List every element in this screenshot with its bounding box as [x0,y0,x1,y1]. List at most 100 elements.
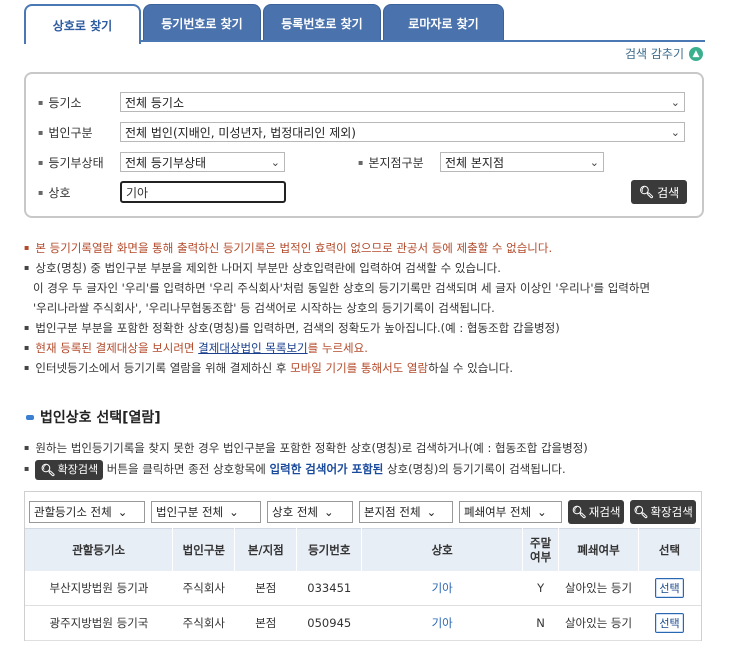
header-status: 폐쇄여부 [558,528,639,571]
header-weekend-line2: 여부 [529,549,552,564]
search-tabs: 상호로 찾기 등기번호로 찾기 등록번호로 찾기 로마자로 찾기 [24,4,504,44]
header-branch: 본/지점 [234,528,298,571]
chevron-down-icon: ⌄ [670,125,680,139]
chevron-down-icon: ⌄ [670,95,680,109]
results-panel: 관할등기소 전체 ⌄ 법인구분 전체 ⌄ 상호 전체 ⌄ 본지점 전체 ⌄ 폐쇄여부 전… [24,491,702,641]
results-table: 관할등기소 법인구분 본/지점 등기번호 상호 주말 여부 폐쇄여부 선택 부산지… [25,528,702,641]
chevron-down-icon: ⌄ [537,505,547,519]
chevron-down-icon: ⌄ [589,155,599,169]
notice-payment-pre: 현재 등록된 결제대상을 보시려면 [35,341,199,355]
search-button-label: 검색 [657,185,680,200]
info-extended-search: ▪ 🔍︎ 확장검색 버튼을 클릭하면 종전 상호항목에 입력한 검색어가 포함된 상… [24,459,566,481]
notice-mobile: ▪ 인터넷등기소에서 등기기록 열람을 위해 결제하신 후 모바일 기기를 통해서… [24,361,514,375]
cell-select: 선택 [638,570,701,606]
tab-roman-search[interactable]: 로마자로 찾기 [383,4,504,42]
filter-branch-select[interactable]: 본지점 전체 ⌄ [359,501,453,523]
header-corp-type: 법인구분 [172,528,236,571]
cell-corp-type: 주식회사 [172,570,235,606]
search-panel: 등기소 전체 등기소 ⌄ 법인구분 전체 법인(지배인, 미성년자, 법정대리인… [24,72,704,218]
cell-number: 050945 [296,605,362,641]
payment-list-link[interactable]: 결제대상법인 목록보기 [198,341,307,355]
section-title-text: 법인상호 선택[열람] [40,410,161,426]
filter-closed-select[interactable]: 폐쇄여부 전체 ⌄ [459,501,562,523]
corp-type-select-value: 전체 법인(지배인, 미성년자, 법정대리인 제외) [125,125,356,140]
tab-registration-number-search[interactable]: 등록번호로 찾기 [263,4,381,42]
result-filters: 관할등기소 전체 ⌄ 법인구분 전체 ⌄ 상호 전체 ⌄ 본지점 전체 ⌄ 폐쇄여부 전… [29,500,696,524]
header-weekend: 주말 여부 [522,528,560,571]
header-registry: 관할등기소 [25,528,174,571]
status-select[interactable]: 전체 등기부상태 ⌄ [120,152,285,172]
inline-extended-search-button[interactable]: 🔍︎ 확장검색 [35,459,104,480]
notice-mobile-post: 하실 수 있습니다. [428,361,514,375]
header-number: 등기번호 [296,528,363,571]
cell-branch: 본점 [234,605,297,641]
notice-payment-list: ▪ 현재 등록된 결제대상을 보시려면 결제대상법인 목록보기를 누르세요. [24,341,368,355]
cell-registry: 부산지방법원 등기과 [25,570,173,606]
hide-search-label: 검색 감추기 [624,47,684,61]
notice-mobile-pre: 인터넷등기소에서 등기기록 열람을 위해 결제하신 후 [35,361,291,375]
cell-weekend: Y [522,570,559,606]
branch-row: 본지점구분 전체 본지점 ⌄ [358,152,604,172]
cell-weekend: N [522,605,559,641]
cell-corp-type: 주식회사 [172,605,235,641]
info-extended-bold: 입력한 검색어가 포함된 [269,462,384,476]
notice-legal-text: 본 등기기록열람 화면을 통해 출력하신 등기기록은 법적인 효력이 없으므로 … [35,241,553,255]
branch-select[interactable]: 전체 본지점 ⌄ [440,152,604,172]
branch-label: 본지점구분 [358,154,440,171]
chevron-down-icon: ⌄ [117,505,128,519]
notice-mobile-red: 모바일 기기를 통해서도 열람 [290,361,429,375]
chevron-down-icon: ⌄ [270,155,280,169]
status-select-value: 전체 등기부상태 [125,155,207,170]
search-icon: 🔍︎ [638,185,655,199]
corp-type-row: 법인구분 전체 법인(지배인, 미성년자, 법정대리인 제외) ⌄ [38,122,685,142]
research-button[interactable]: 🔍︎ 재검색 [568,500,624,524]
filter-name-value: 상호 전체 [272,505,318,519]
chevron-down-icon: ⌄ [426,505,437,519]
cell-status: 살아있는 등기 [558,570,639,606]
select-button[interactable]: 선택 [655,613,684,633]
extended-search-button[interactable]: 🔍︎ 확장검색 [630,500,696,524]
branch-select-value: 전체 본지점 [445,155,505,170]
registry-select-value: 전체 등기소 [125,95,185,110]
table-row: 광주지방법원 등기국 주식회사 본점 050945 기아 N 살아있는 등기 선… [25,605,701,641]
cell-name-link[interactable]: 기아 [361,605,523,641]
name-input[interactable]: 기아 [120,181,286,203]
info-exact-name: ▪ 원하는 법인등기기록을 찾지 못한 경우 법인구분을 포함한 정확한 상호(명… [24,441,588,455]
tab-registry-number-search[interactable]: 등기번호로 찾기 [143,4,261,42]
section-bullet [26,414,34,420]
filter-registry-select[interactable]: 관할등기소 전체 ⌄ [29,501,145,523]
extended-search-button-label: 확장검색 [650,505,693,519]
notice-name-input: ▪ 상호(명칭) 중 법인구분 부분을 제외한 나머지 부분만 상호입력란에 입력… [24,261,501,275]
registry-row: 등기소 전체 등기소 ⌄ [38,92,685,112]
cell-name-link[interactable]: 기아 [361,570,523,606]
notice-name-input-sub1: 이 경우 두 글자인 '우리'를 입력하면 '우리 주식회사'처럼 동일한 상호… [33,281,651,295]
search-button[interactable]: 🔍︎ 검색 [631,180,687,204]
table-header-row: 관할등기소 법인구분 본/지점 등기번호 상호 주말 여부 폐쇄여부 선택 [25,528,702,571]
table-row: 부산지방법원 등기과 주식회사 본점 033451 기아 Y 살아있는 등기 선… [25,570,701,606]
cell-registry: 광주지방법원 등기국 [25,605,173,641]
header-weekend-line1: 주말 [529,535,552,550]
registry-label: 등기소 [38,94,120,111]
info-extended-b: 상호(명칭)의 등기기록이 검색됩니다. [383,462,566,476]
cell-status: 살아있는 등기 [558,605,639,641]
tab-name-search[interactable]: 상호로 찾기 [24,4,141,44]
filter-name-select[interactable]: 상호 전체 ⌄ [267,501,353,523]
hide-search-toggle[interactable]: 검색 감추기 ▲ [625,45,703,62]
name-label: 상호 [38,184,120,201]
select-button[interactable]: 선택 [655,577,684,598]
research-button-label: 재검색 [588,505,621,519]
filter-registry-value: 관할등기소 전체 [34,505,112,519]
chevron-down-icon: ⌄ [229,505,239,519]
name-row: 상호 기아 [38,181,286,203]
notice-accuracy: ▪ 법인구분 부분을 포함한 정확한 상호(명칭)를 입력하면, 검색의 정확도가… [24,321,560,335]
filter-corp-type-select[interactable]: 법인구분 전체 ⌄ [151,501,261,523]
info-extended-a: 버튼을 클릭하면 종전 상호항목에 [103,462,270,476]
cell-number: 033451 [296,570,362,606]
registry-select[interactable]: 전체 등기소 ⌄ [120,92,685,112]
search-icon: 🔍︎ [633,505,649,519]
filter-corp-type-value: 법인구분 전체 [156,505,224,519]
corp-type-select[interactable]: 전체 법인(지배인, 미성년자, 법정대리인 제외) ⌄ [120,122,685,142]
cell-select: 선택 [638,605,701,641]
notice-name-input-sub2: '우리나라쌀 주식회사', '우리나무협동조합' 등 검색어로 시작하는 상호의… [33,301,495,315]
header-select: 선택 [638,528,702,571]
